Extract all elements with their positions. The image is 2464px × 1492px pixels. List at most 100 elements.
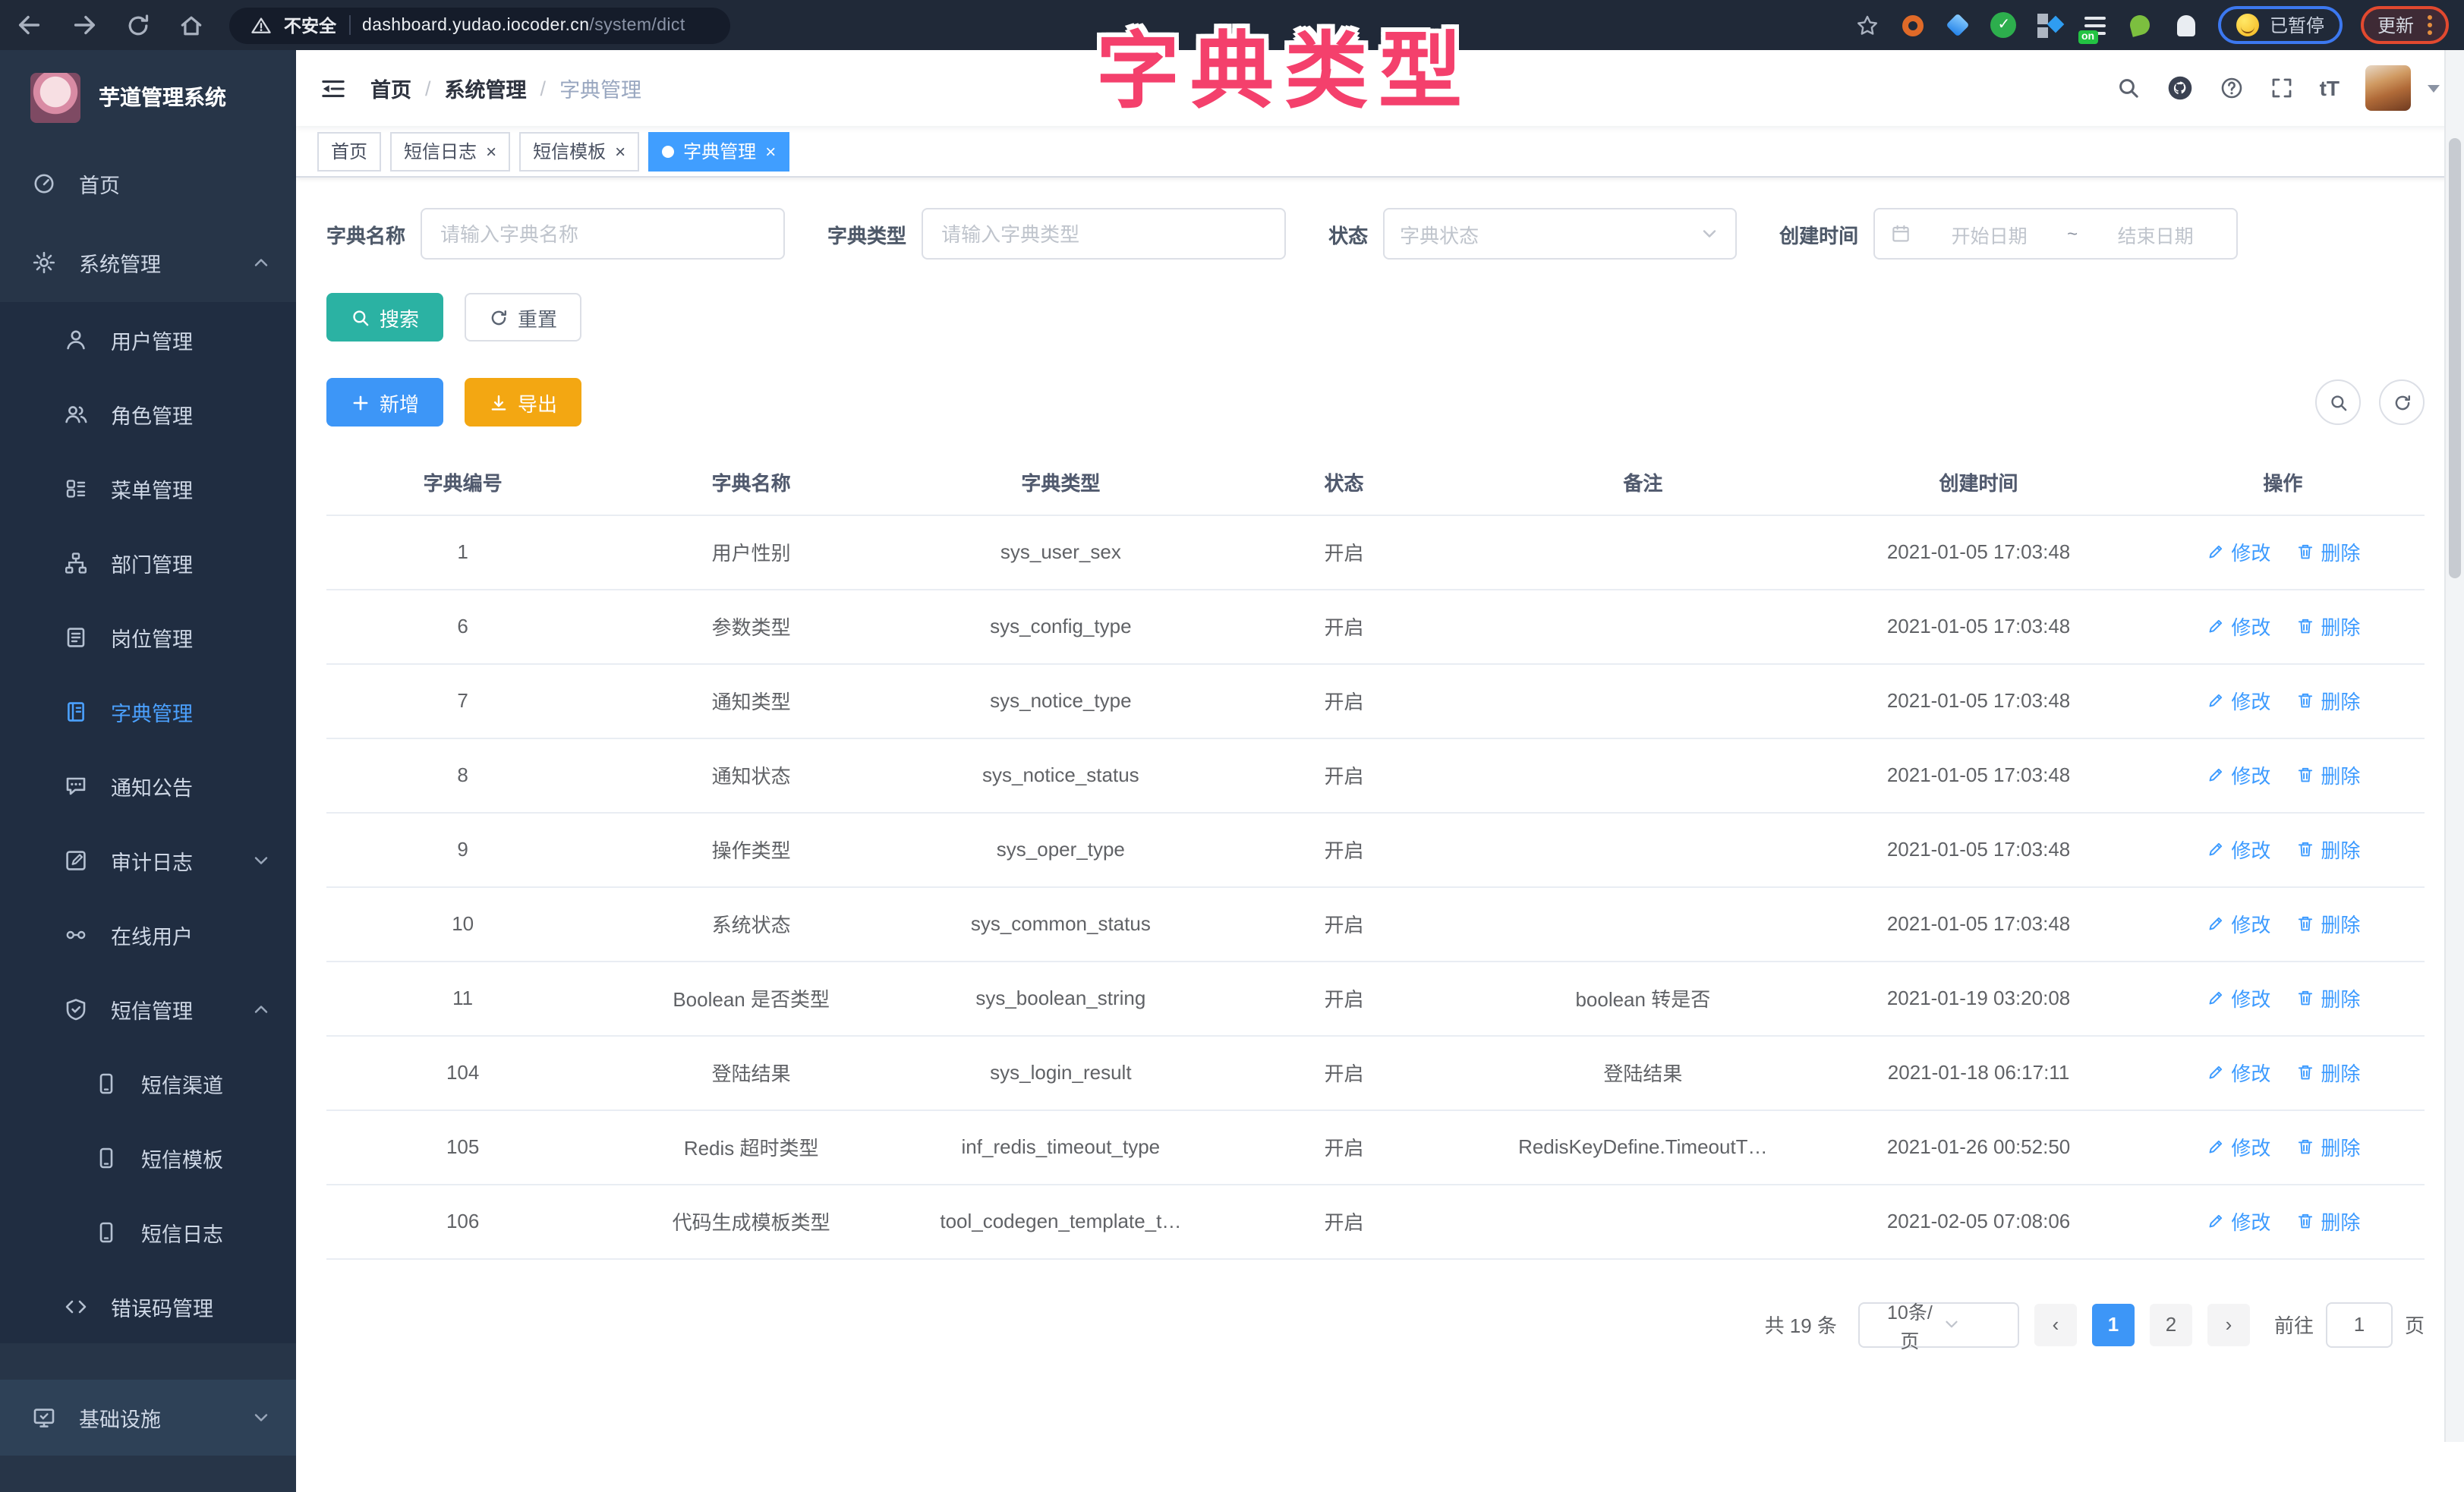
extension-target-icon[interactable] [1899, 11, 1927, 39]
close-icon[interactable]: × [615, 142, 625, 160]
sidebar-item-sms-management[interactable]: 短信管理 [0, 971, 296, 1046]
delete-link[interactable]: 删除 [2295, 537, 2360, 566]
delete-link[interactable]: 删除 [2295, 1132, 2360, 1161]
browser-back-icon[interactable] [15, 11, 44, 39]
scrollbar-thumb[interactable] [2449, 138, 2461, 578]
edit-link[interactable]: 修改 [2205, 760, 2270, 789]
sidebar-item-dict-management[interactable]: 字典管理 [0, 674, 296, 748]
delete-link[interactable]: 删除 [2295, 984, 2360, 1012]
cell-dict-type-link[interactable]: sys_notice_status [903, 738, 1218, 812]
dict-type-input[interactable] [922, 208, 1286, 260]
extension-gem-icon[interactable] [1945, 11, 1972, 39]
cell-dict-type-link[interactable]: inf_redis_timeout_type [903, 1110, 1218, 1184]
reset-button[interactable]: 重置 [465, 293, 581, 342]
page-size-select[interactable]: 10条/页 [1858, 1302, 2019, 1347]
user-avatar[interactable] [2365, 65, 2411, 111]
close-icon[interactable]: × [765, 142, 776, 160]
fullscreen-icon[interactable] [2270, 76, 2294, 100]
address-bar[interactable]: 不安全 dashboard.yudao.iocoder.cn/system/di… [229, 7, 730, 43]
bookmark-star-icon[interactable] [1854, 11, 1881, 39]
cell-dict-type-link[interactable]: sys_user_sex [903, 515, 1218, 589]
extension-leaf-icon[interactable] [2127, 11, 2154, 39]
delete-link[interactable]: 删除 [2295, 1207, 2360, 1235]
goto-page-input[interactable] [2326, 1302, 2393, 1347]
sidebar-item-infrastructure[interactable]: 基础设施 [0, 1380, 296, 1456]
extension-ghost-icon[interactable] [2173, 11, 2200, 39]
page-button-2[interactable]: 2 [2150, 1303, 2192, 1346]
help-icon[interactable] [2220, 76, 2244, 100]
app-logo-row[interactable]: 芋道管理系统 [0, 50, 296, 144]
sidebar-item-online-users[interactable]: 在线用户 [0, 897, 296, 971]
header-search-icon[interactable] [2116, 76, 2141, 100]
edit-link[interactable]: 修改 [2205, 686, 2270, 715]
delete-link[interactable]: 删除 [2295, 835, 2360, 864]
tab-sms-log[interactable]: 短信日志× [390, 131, 510, 171]
github-icon[interactable] [2166, 74, 2194, 102]
cell-dict-type-link[interactable]: sys_oper_type [903, 812, 1218, 886]
browser-home-icon[interactable] [178, 11, 205, 39]
edit-link[interactable]: 修改 [2205, 909, 2270, 938]
breadcrumb-home[interactable]: 首页 [370, 73, 411, 103]
edit-link[interactable]: 修改 [2205, 1132, 2270, 1161]
tab-sms-template[interactable]: 短信模板× [519, 131, 639, 171]
tab-dict-management[interactable]: 字典管理× [648, 131, 789, 171]
extension-list-on-icon[interactable]: on [2081, 11, 2109, 39]
dict-name-input[interactable] [421, 208, 785, 260]
avatar-caret-down-icon[interactable] [2428, 84, 2440, 92]
sidebar-item-sms-template[interactable]: 短信模板 [0, 1120, 296, 1195]
export-button[interactable]: 导出 [465, 378, 581, 427]
refresh-table-button[interactable] [2379, 379, 2425, 425]
sidebar-item-home[interactable]: 首页 [0, 144, 296, 223]
sidebar-item-role-management[interactable]: 角色管理 [0, 376, 296, 451]
status-select[interactable]: 字典状态 [1383, 208, 1737, 260]
delete-link[interactable]: 删除 [2295, 686, 2360, 715]
browser-update-group[interactable]: 更新 [2361, 6, 2449, 44]
edit-link[interactable]: 修改 [2205, 612, 2270, 641]
sidebar-item-user-management[interactable]: 用户管理 [0, 302, 296, 376]
next-page-button[interactable]: › [2207, 1303, 2250, 1346]
cell-dict-type-link[interactable]: tool_codegen_template_t… [903, 1184, 1218, 1258]
update-button[interactable]: 更新 [2377, 12, 2414, 38]
delete-link[interactable]: 删除 [2295, 1058, 2360, 1087]
prev-page-button[interactable]: ‹ [2034, 1303, 2077, 1346]
edit-link[interactable]: 修改 [2205, 835, 2270, 864]
font-size-icon[interactable]: tT [2320, 76, 2340, 100]
toggle-search-button[interactable] [2315, 379, 2361, 425]
edit-link[interactable]: 修改 [2205, 537, 2270, 566]
edit-link[interactable]: 修改 [2205, 984, 2270, 1012]
sidebar-item-notice[interactable]: 通知公告 [0, 748, 296, 823]
browser-forward-icon[interactable] [70, 11, 99, 39]
cell-dict-type-link[interactable]: sys_common_status [903, 886, 1218, 961]
cell-dict-type-link[interactable]: sys_boolean_string [903, 961, 1218, 1035]
page-button-1[interactable]: 1 [2092, 1303, 2135, 1346]
window-scrollbar[interactable] [2444, 50, 2464, 1442]
extension-green-icon[interactable]: ✓ [1990, 11, 2018, 39]
sidebar-fold-icon[interactable] [320, 75, 346, 101]
sidebar-item-sms-channel[interactable]: 短信渠道 [0, 1046, 296, 1120]
extension-puzzle-icon[interactable] [2036, 11, 2063, 39]
delete-link[interactable]: 删除 [2295, 909, 2360, 938]
delete-link[interactable]: 删除 [2295, 612, 2360, 641]
tab-home[interactable]: 首页 [317, 131, 381, 171]
sidebar-item-department-management[interactable]: 部门管理 [0, 525, 296, 600]
browser-menu-icon[interactable] [2428, 15, 2432, 35]
close-icon[interactable]: × [486, 142, 496, 160]
sidebar-item-post-management[interactable]: 岗位管理 [0, 600, 296, 674]
sidebar-item-error-code[interactable]: 错误码管理 [0, 1269, 296, 1343]
sidebar-item-system-management[interactable]: 系统管理 [0, 223, 296, 302]
cell-dict-type-link[interactable]: sys_login_result [903, 1035, 1218, 1110]
cell-dict-type-link[interactable]: sys_config_type [903, 589, 1218, 663]
cell-dict-type-link[interactable]: sys_notice_type [903, 663, 1218, 738]
search-button[interactable]: 搜索 [326, 293, 443, 342]
sidebar-item-audit-log[interactable]: 审计日志 [0, 823, 296, 897]
sidebar-item-menu-management[interactable]: 菜单管理 [0, 451, 296, 525]
breadcrumb-system[interactable]: 系统管理 [445, 73, 527, 103]
edit-link[interactable]: 修改 [2205, 1207, 2270, 1235]
profile-paused-badge[interactable]: 已暂停 [2218, 6, 2343, 44]
sidebar-item-sms-log[interactable]: 短信日志 [0, 1195, 296, 1269]
add-button[interactable]: 新增 [326, 378, 443, 427]
browser-reload-icon[interactable] [124, 11, 152, 39]
delete-link[interactable]: 删除 [2295, 760, 2360, 789]
date-range-picker[interactable]: 开始日期 ~ 结束日期 [1873, 208, 2238, 260]
edit-link[interactable]: 修改 [2205, 1058, 2270, 1087]
